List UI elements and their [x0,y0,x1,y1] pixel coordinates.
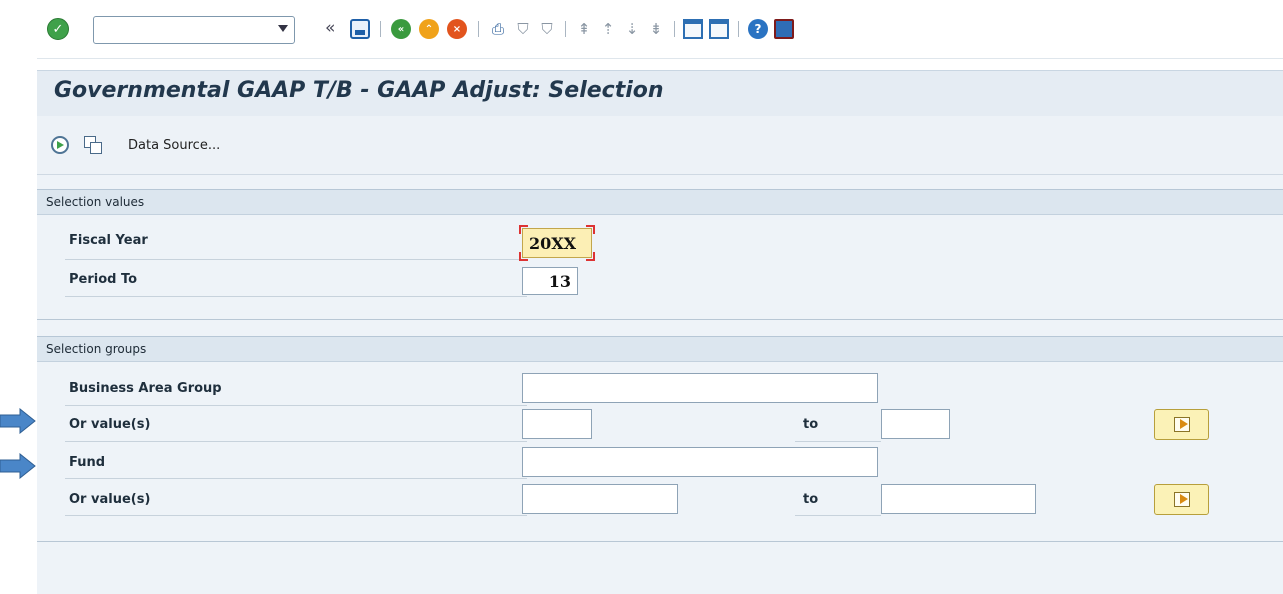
toolbar-separator [674,21,675,37]
find-icon[interactable]: ⛉ [513,19,533,39]
selection-groups-header: Selection groups [37,336,1283,362]
business-area-group-label: Business Area Group [69,381,222,396]
business-area-to-input[interactable] [881,409,950,439]
toolbar-separator [738,21,739,37]
toolbar-separator [478,21,479,37]
fund-values-label: Or value(s) [69,492,151,507]
arrow-right-icon [1173,492,1190,507]
business-area-from-value[interactable] [523,410,591,438]
arrow-right-icon [1173,417,1190,432]
row-divider [65,515,527,516]
back-icon[interactable]: « [391,19,411,39]
system-toolbar: ✓ « « ⌃ × ⎙ ⛉ ⛉ ⇞ ⇡ ⇣ ⇟ ? [37,4,1283,59]
group-divider [37,319,1283,320]
customize-layout-icon[interactable] [774,19,794,39]
exit-icon[interactable]: ⌃ [419,19,439,39]
annotation-arrow-icon [0,408,36,434]
shortcut-icon[interactable] [709,19,729,39]
help-icon[interactable]: ? [748,19,768,39]
selection-values-header: Selection values [37,189,1283,215]
command-dropdown-icon[interactable] [278,25,288,32]
fund-label: Fund [69,455,106,470]
annotation-arrow-icon [0,453,36,479]
required-marker [518,224,596,262]
period-to-input[interactable] [522,267,578,295]
application-toolbar: Data Source... [37,116,1283,175]
business-area-to-value[interactable] [882,410,949,438]
to-label: to [803,492,819,507]
get-variant-icon[interactable] [84,136,102,154]
selection-screen: Selection values Fiscal Year Period To S… [37,175,1283,594]
fund-to-input[interactable] [881,484,1036,514]
row-divider [65,441,527,442]
multiple-selection-button[interactable] [1154,484,1209,515]
row-divider [65,405,527,406]
title-bar: Governmental GAAP T/B - GAAP Adjust: Sel… [37,70,1283,117]
business-area-group-input[interactable] [522,373,878,403]
row-divider [65,478,527,479]
execute-icon[interactable] [51,136,69,154]
row-divider [65,296,527,297]
next-page-icon[interactable]: ⇣ [622,19,642,39]
row-divider [795,441,881,442]
row-divider [65,259,527,260]
enter-icon[interactable]: ✓ [47,18,69,40]
command-field[interactable] [93,16,295,44]
fund-value[interactable] [523,448,877,476]
last-page-icon[interactable]: ⇟ [646,19,666,39]
business-area-from-input[interactable] [522,409,592,439]
period-to-value[interactable] [523,268,577,294]
first-page-icon[interactable]: ⇞ [574,19,594,39]
fund-input[interactable] [522,447,878,477]
fiscal-year-label: Fiscal Year [69,233,148,248]
multiple-selection-button[interactable] [1154,409,1209,440]
fund-to-value[interactable] [882,485,1035,513]
new-session-icon[interactable] [683,19,703,39]
page-title: Governmental GAAP T/B - GAAP Adjust: Sel… [54,78,664,103]
previous-page-icon[interactable]: ⇡ [598,19,618,39]
find-next-icon[interactable]: ⛉ [537,19,557,39]
period-to-label: Period To [69,272,138,287]
toolbar-separator [380,21,381,37]
collapse-icon[interactable]: « [325,18,335,38]
print-icon[interactable]: ⎙ [488,19,508,39]
group-divider [37,541,1283,542]
business-area-values-label: Or value(s) [69,417,151,432]
save-icon[interactable] [350,19,370,39]
command-input[interactable] [98,18,272,44]
business-area-group-value[interactable] [523,374,877,402]
toolbar-separator [565,21,566,37]
row-divider [795,515,881,516]
cancel-icon[interactable]: × [447,19,467,39]
to-label: to [803,417,819,432]
data-source-button[interactable]: Data Source... [128,138,220,153]
fund-from-input[interactable] [522,484,678,514]
fund-from-value[interactable] [523,485,677,513]
